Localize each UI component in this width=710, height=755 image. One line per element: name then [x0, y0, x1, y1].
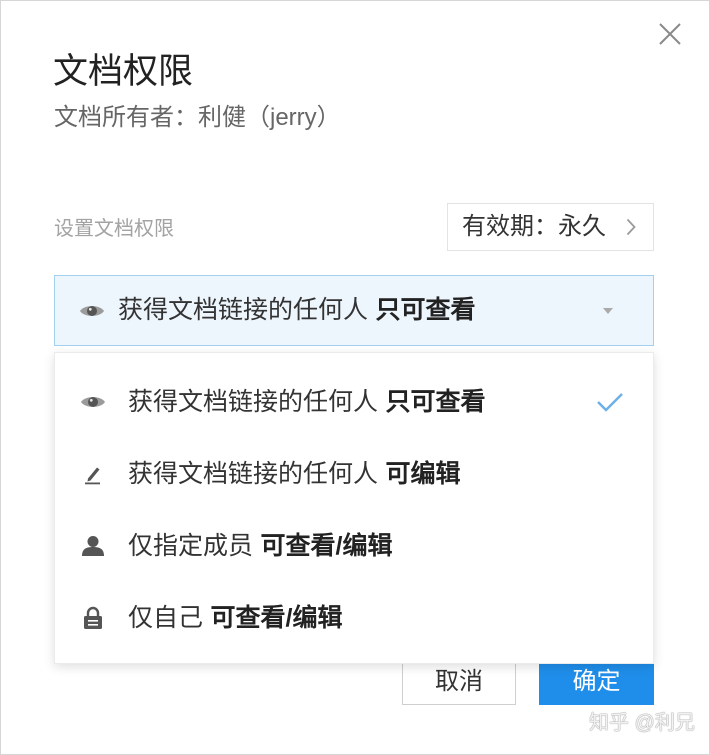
document-owner: 文档所有者：利健（jerry） — [54, 104, 341, 131]
option-label: 仅指定成员 可查看/编辑 — [128, 510, 392, 582]
option-prefix: 仅指定成员 — [128, 532, 254, 560]
permission-section-label: 设置文档权限 — [54, 218, 174, 240]
option-members-only[interactable]: 仅指定成员 可查看/编辑 — [55, 510, 653, 582]
validity-label: 有效期：永久 — [462, 213, 606, 240]
lock-icon — [84, 606, 102, 629]
validity-button[interactable]: 有效期：永久 — [447, 203, 654, 251]
option-label: 仅自己 可查看/编辑 — [128, 582, 342, 654]
option-level: 可查看/编辑 — [260, 532, 393, 560]
cancel-button[interactable]: 取消 — [402, 659, 516, 705]
pencil-icon — [85, 467, 100, 485]
select-value: 获得文档链接的任何人 只可查看 — [118, 276, 476, 345]
option-prefix: 仅自己 — [128, 604, 204, 632]
chevron-right-icon — [626, 218, 636, 236]
person-icon — [82, 536, 104, 556]
option-link-view-only[interactable]: 获得文档链接的任何人 只可查看 — [55, 366, 653, 438]
eye-icon — [80, 306, 104, 316]
option-prefix: 获得文档链接的任何人 — [128, 388, 379, 416]
option-level: 只可查看 — [385, 388, 486, 416]
option-link-edit[interactable]: 获得文档链接的任何人 可编辑 — [55, 438, 653, 510]
eye-icon — [81, 397, 105, 407]
watermark: 知乎 @利兄 — [589, 712, 695, 734]
permission-dialog: 文档权限 文档所有者：利健（jerry） 设置文档权限 有效期：永久 获得文档链… — [0, 0, 710, 755]
permission-dropdown-menu: 获得文档链接的任何人 只可查看 获得文档链接的任何人 可编辑 仅指定成员 可查看/编辑 — [54, 352, 654, 664]
option-label: 获得文档链接的任何人 可编辑 — [128, 438, 461, 510]
option-prefix: 获得文档链接的任何人 — [128, 460, 379, 488]
close-icon[interactable] — [658, 22, 682, 46]
select-value-prefix: 获得文档链接的任何人 — [118, 296, 369, 324]
checkmark-icon — [597, 393, 623, 412]
select-value-level: 只可查看 — [375, 296, 476, 324]
option-level: 可查看/编辑 — [210, 604, 343, 632]
option-level: 可编辑 — [385, 460, 461, 488]
dialog-title: 文档权限 — [53, 52, 194, 91]
confirm-button[interactable]: 确定 — [539, 659, 654, 705]
option-only-me[interactable]: 仅自己 可查看/编辑 — [55, 582, 653, 654]
permission-select[interactable]: 获得文档链接的任何人 只可查看 — [54, 275, 654, 346]
option-label: 获得文档链接的任何人 只可查看 — [128, 366, 486, 438]
caret-down-icon — [603, 308, 613, 314]
